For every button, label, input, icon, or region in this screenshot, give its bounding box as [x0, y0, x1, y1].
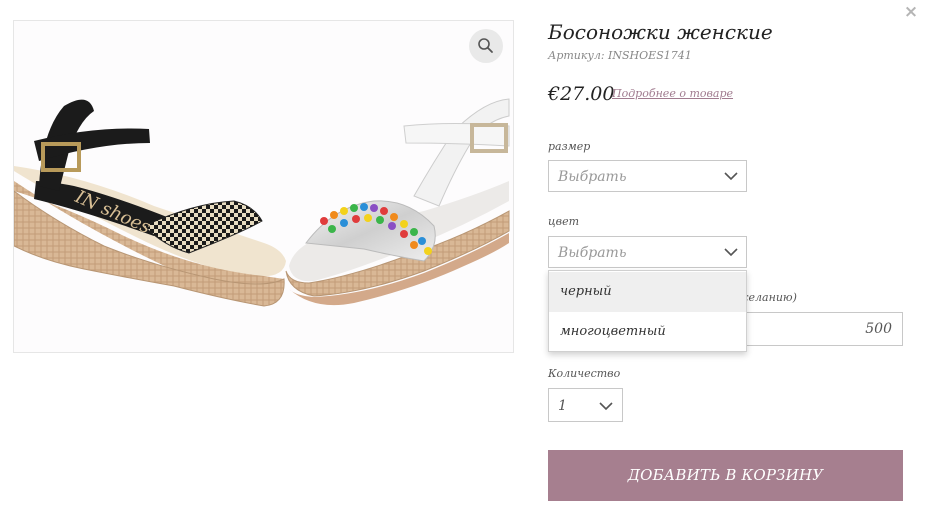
size-select-value: Выбрать [558, 169, 627, 185]
product-title: Босоножки женские [548, 20, 773, 44]
size-label: размер [548, 140, 591, 153]
engraving-input[interactable]: 500 [746, 312, 903, 346]
add-to-cart-button[interactable]: ДОБАВИТЬ В КОРЗИНУ [548, 450, 903, 501]
color-select-value: Выбрать [558, 245, 627, 261]
quantity-value: 1 [558, 398, 567, 414]
product-sku: Артикул: INSHOES1741 [548, 49, 692, 62]
color-option-multicolor[interactable]: многоцветный [549, 312, 746, 352]
magnifier-icon [478, 38, 493, 53]
zoom-button[interactable] [469, 29, 503, 63]
more-details-link[interactable]: Подробнее о товаре [612, 87, 733, 100]
quantity-label: Количество [548, 367, 621, 380]
color-dropdown-menu: черный многоцветный [548, 270, 747, 352]
color-option-black[interactable]: черный [549, 272, 746, 312]
color-label: цвет [548, 215, 580, 228]
chevron-down-icon [599, 402, 613, 411]
chevron-down-icon [724, 172, 738, 181]
chevron-down-icon [724, 248, 738, 257]
color-select[interactable]: Выбрать [548, 236, 747, 268]
product-image: IN shoes [13, 20, 514, 353]
product-price: €27.00 [548, 83, 615, 105]
engraving-value: 500 [865, 321, 892, 337]
sandals-illustration: IN shoes [14, 21, 513, 352]
quantity-select[interactable]: 1 [548, 388, 623, 422]
size-select[interactable]: Выбрать [548, 160, 747, 192]
close-icon[interactable]: × [902, 3, 920, 21]
